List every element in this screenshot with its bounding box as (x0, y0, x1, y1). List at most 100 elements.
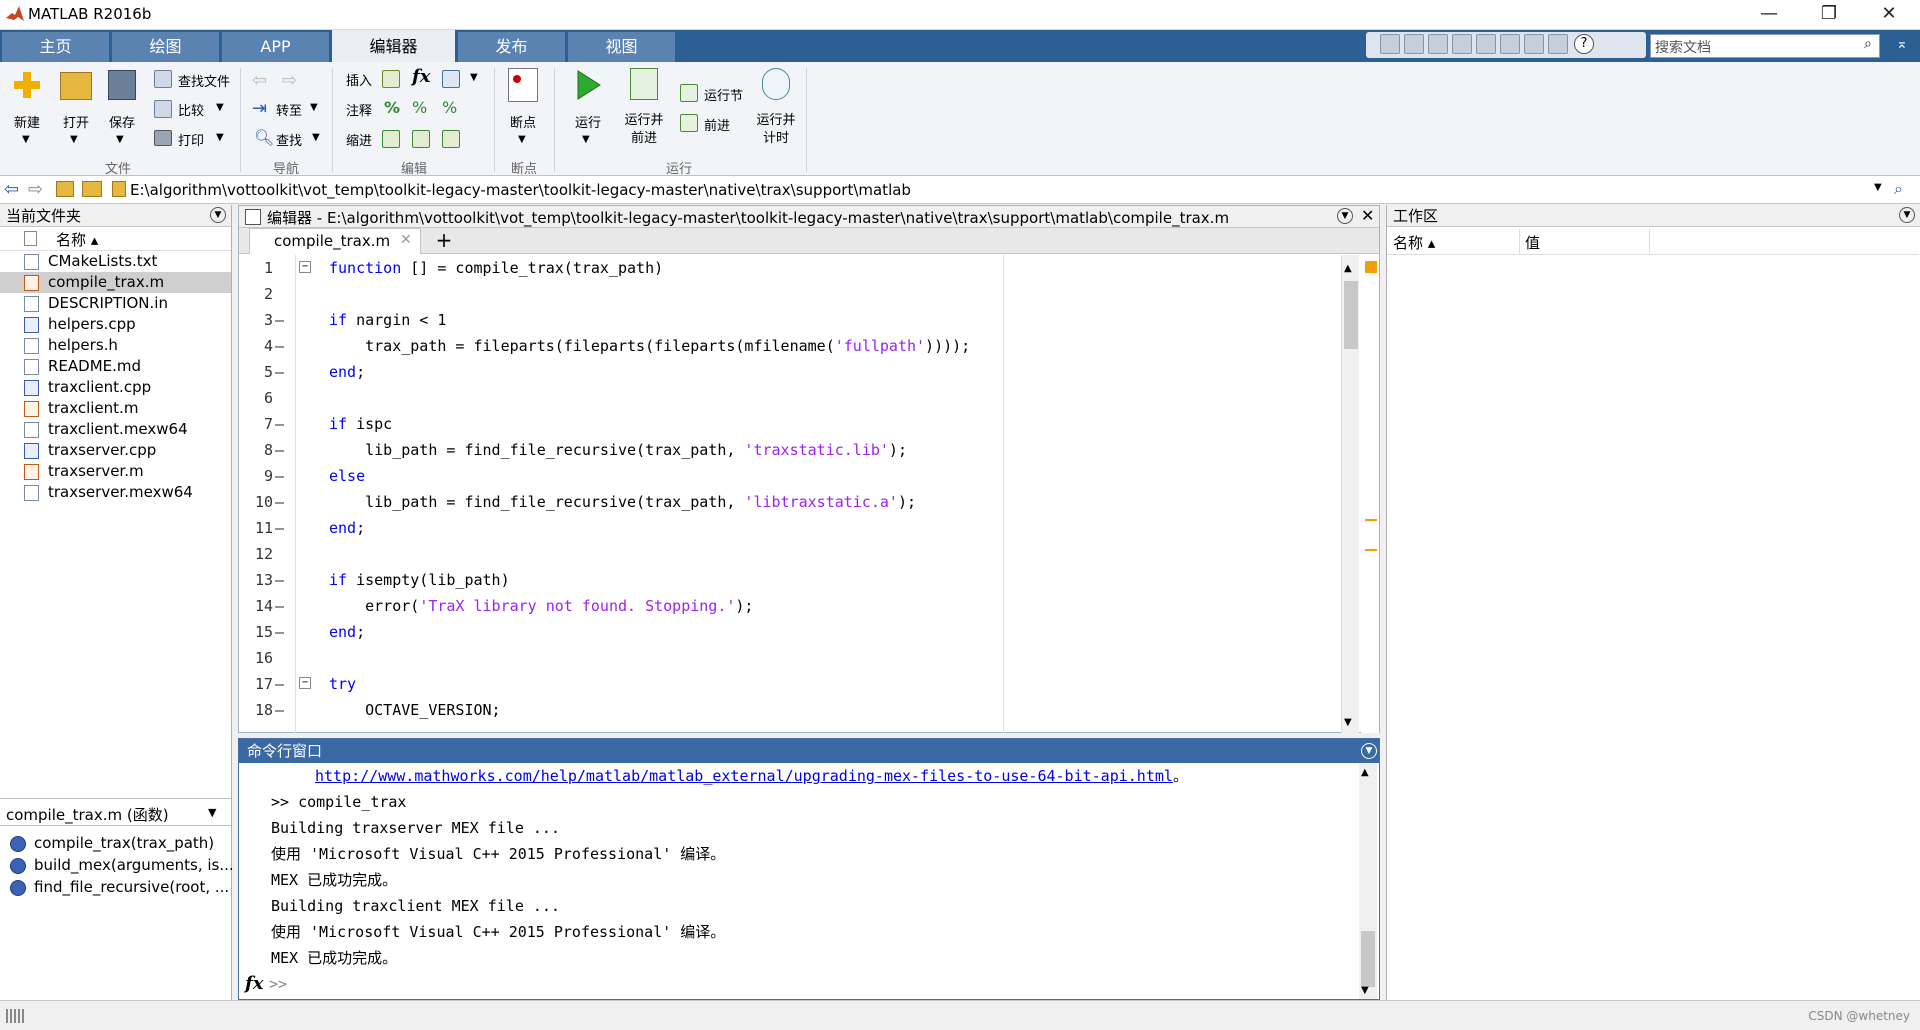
insert-section-icon[interactable] (382, 70, 400, 88)
breakpoint-dash[interactable]: — (275, 437, 291, 463)
warning-indicator[interactable] (1365, 261, 1377, 273)
redo-icon[interactable] (1524, 34, 1544, 54)
cmd-scroll-up-icon[interactable]: ▲ (1361, 767, 1369, 778)
cut-icon[interactable] (1428, 34, 1448, 54)
command-scrollbar[interactable]: ▲ ▼ (1359, 763, 1377, 999)
breakpoint-dash[interactable]: — (275, 515, 291, 541)
indent-button[interactable]: 缩进 (346, 130, 372, 149)
minimize-icon[interactable]: — (1746, 0, 1792, 30)
file-row[interactable]: traxserver.cpp (0, 440, 231, 461)
forward-arrow-icon[interactable]: ⇨ (28, 179, 43, 200)
smart-indent-icon[interactable] (382, 130, 400, 148)
workspace-name-column[interactable]: 名称 ▴ (1393, 232, 1435, 253)
goto-dropdown-icon[interactable]: ▼ (310, 102, 318, 113)
run-dropdown-icon[interactable]: ▼ (582, 134, 590, 145)
find-dropdown-icon[interactable]: ▼ (312, 132, 320, 143)
run-and-time-icon[interactable] (762, 68, 790, 100)
collapse-ribbon-icon[interactable]: ⌅ (1896, 36, 1908, 52)
goto-button[interactable]: 转至 (276, 100, 302, 119)
comment-button[interactable]: 注释 (346, 100, 372, 119)
line-number[interactable]: 9 (239, 463, 273, 489)
scroll-thumb[interactable] (1344, 281, 1358, 349)
breakpoint-dash[interactable]: — (275, 619, 291, 645)
file-row[interactable]: traxclient.cpp (0, 377, 231, 398)
run-icon[interactable] (572, 68, 604, 102)
editor-scrollbar[interactable]: ▲ ▼ (1341, 255, 1359, 733)
file-row[interactable]: traxclient.mexw64 (0, 419, 231, 440)
restore-icon[interactable]: ❐ (1806, 0, 1852, 30)
open-button[interactable]: 打开 (58, 112, 94, 131)
line-number[interactable]: 13 (239, 567, 273, 593)
tab-editor[interactable]: 编辑器 (332, 30, 456, 62)
breakpoint-dash[interactable]: — (275, 359, 291, 385)
file-row[interactable]: README.md (0, 356, 231, 377)
file-row[interactable]: helpers.cpp (0, 314, 231, 335)
fold-toggle-icon[interactable]: − (299, 677, 311, 689)
breakpoints-dropdown-icon[interactable]: ▼ (518, 134, 526, 145)
new-file-icon[interactable] (10, 68, 44, 102)
insert-dropdown-icon[interactable]: ▼ (470, 72, 478, 83)
breakpoint-dash[interactable]: — (275, 697, 291, 723)
warning-marker[interactable] (1365, 519, 1377, 521)
run-and-time-button[interactable]: 运行并 计时 (754, 112, 798, 148)
fold-toggle-icon[interactable]: − (299, 261, 311, 273)
back-nav-icon[interactable]: ⇦ (252, 70, 267, 91)
compare-button[interactable]: 比较 (178, 100, 204, 119)
run-and-advance-icon[interactable] (630, 68, 658, 100)
tab-publish[interactable]: 发布 (458, 32, 566, 62)
breakpoint-dash[interactable]: — (275, 463, 291, 489)
current-path-input[interactable]: E:\algorithm\vottoolkit\vot_temp\toolkit… (130, 181, 911, 199)
line-number[interactable]: 2 (239, 281, 273, 307)
new-button[interactable]: 新建 (10, 112, 44, 131)
insert-button[interactable]: 插入 (346, 70, 372, 89)
save-dropdown-icon[interactable]: ▼ (116, 134, 124, 145)
file-row[interactable]: CMakeLists.txt (0, 251, 231, 272)
name-column-header[interactable]: 名称 ▴ (56, 229, 98, 250)
decrease-indent-icon[interactable] (442, 130, 460, 148)
file-tab-close-icon[interactable]: ✕ (400, 232, 412, 248)
breakpoint-dash[interactable]: — (275, 333, 291, 359)
cmd-scroll-thumb[interactable] (1361, 931, 1375, 987)
breakpoint-dash[interactable]: — (275, 489, 291, 515)
paste-icon[interactable] (1476, 34, 1496, 54)
line-number[interactable]: 6 (239, 385, 273, 411)
breakpoints-icon[interactable] (508, 68, 538, 102)
fx-prompt-icon[interactable]: fx (245, 973, 263, 994)
close-icon[interactable]: ✕ (1866, 0, 1912, 30)
compare-dropdown-icon[interactable]: ▼ (216, 102, 224, 113)
tab-view[interactable]: 视图 (568, 32, 676, 62)
breakpoint-dash[interactable]: — (275, 307, 291, 333)
help-link[interactable]: http://www.mathworks.com/help/matlab/mat… (315, 767, 1173, 785)
file-row[interactable]: helpers.h (0, 335, 231, 356)
line-number[interactable]: 11 (239, 515, 273, 541)
editor-menu-icon[interactable]: ▼ (1337, 208, 1353, 224)
save-icon[interactable] (108, 70, 136, 100)
run-button[interactable]: 运行 (568, 112, 608, 131)
function-item[interactable]: build_mex(arguments, is... (0, 855, 234, 877)
workspace-menu-icon[interactable]: ▼ (1899, 207, 1915, 223)
editor-close-icon[interactable]: ✕ (1361, 206, 1374, 225)
line-number[interactable]: 17 (239, 671, 273, 697)
path-dropdown-icon[interactable]: ▼ (1874, 182, 1882, 193)
line-number[interactable]: 7 (239, 411, 273, 437)
breakpoint-dash[interactable]: — (275, 671, 291, 697)
tab-home[interactable]: 主页 (2, 32, 110, 62)
details-chevron-icon[interactable]: ▼ (208, 806, 216, 819)
undo-icon[interactable] (1500, 34, 1520, 54)
tab-plots[interactable]: 绘图 (112, 32, 220, 62)
help-icon[interactable]: ? (1574, 34, 1594, 54)
breakpoint-dash[interactable]: — (275, 411, 291, 437)
run-section-button[interactable]: 运行节 (704, 85, 743, 104)
fx-icon[interactable]: fx (412, 66, 430, 87)
find-button[interactable]: 查找 (276, 130, 302, 149)
print-dropdown-icon[interactable]: ▼ (216, 132, 224, 143)
line-number[interactable]: 5 (239, 359, 273, 385)
up-folder-icon[interactable] (56, 181, 74, 197)
code-area[interactable]: 1 − function [] = compile_trax(trax_path) 2… (239, 255, 1339, 723)
find-files-button[interactable]: 查找文件 (178, 71, 230, 90)
workspace-value-column[interactable]: 值 (1525, 232, 1540, 253)
function-item[interactable]: compile_trax(trax_path) (0, 833, 231, 855)
line-number[interactable]: 15 (239, 619, 273, 645)
line-number[interactable]: 14 (239, 593, 273, 619)
search-folder-icon[interactable]: ⌕ (1894, 179, 1903, 199)
